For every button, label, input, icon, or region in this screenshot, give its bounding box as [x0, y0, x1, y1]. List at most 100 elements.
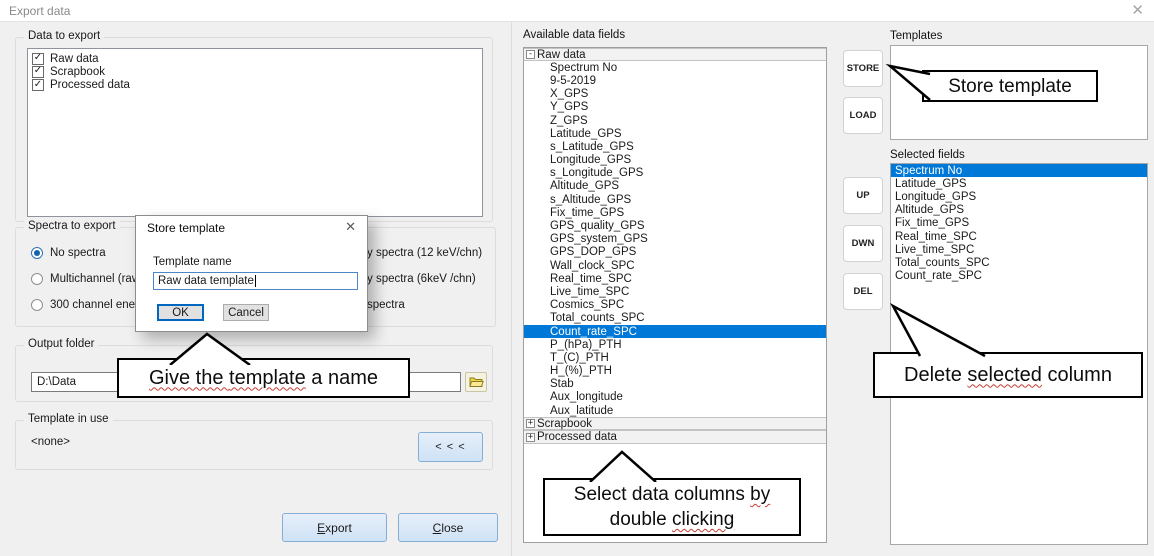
field-list-item[interactable]: Stab — [524, 378, 826, 391]
checkbox-row[interactable]: ✓ Scrapbook — [32, 65, 478, 78]
field-label: GPS_quality_GPS — [550, 220, 645, 232]
export-button[interactable]: Export — [282, 513, 387, 542]
output-folder-path: D:\Data — [37, 376, 76, 388]
selected-field-item[interactable]: Spectrum No — [891, 164, 1147, 177]
field-list-item[interactable]: Latitude_GPS — [524, 127, 826, 140]
window-close-icon[interactable]: ✕ — [1131, 1, 1144, 19]
titlebar: Export data ✕ — [0, 0, 1154, 22]
field-list-item[interactable]: H_(%)_PTH — [524, 365, 826, 378]
delete-column-callout: Delete selected column — [873, 352, 1143, 398]
selected-field-item[interactable]: Count_rate_SPC — [891, 270, 1147, 283]
field-list-item[interactable]: - Raw data — [524, 48, 826, 61]
selected-field-item[interactable]: Fix_time_GPS — [891, 217, 1147, 230]
field-label: GPS_system_GPS — [550, 233, 648, 245]
field-label: s_Latitude_GPS — [550, 141, 634, 153]
field-list-item[interactable]: Live_time_SPC — [524, 285, 826, 298]
field-list-item[interactable]: s_Longitude_GPS — [524, 167, 826, 180]
checkbox-icon[interactable]: ✓ — [32, 79, 44, 91]
expand-collapse-icon[interactable]: + — [526, 433, 535, 442]
field-list-item[interactable]: Longitude_GPS — [524, 154, 826, 167]
field-list-item[interactable]: GPS_quality_GPS — [524, 219, 826, 232]
field-list-item[interactable]: 9-5-2019 — [524, 74, 826, 87]
field-list-item[interactable]: + Processed data — [524, 430, 826, 443]
field-list-item[interactable]: Y_GPS — [524, 101, 826, 114]
selected-field-label: Total_counts_SPC — [895, 257, 990, 269]
data-to-export-list: ✓ Raw data ✓ Scrapbook ✓ Processed data — [27, 48, 483, 217]
checkbox-row[interactable]: ✓ Raw data — [32, 52, 478, 65]
field-label: s_Altitude_GPS — [550, 194, 631, 206]
data-to-export-label: Data to export — [24, 30, 104, 42]
export-data-window: Export data ✕ Data to export ✓ Raw data … — [0, 0, 1154, 556]
field-label: Fix_time_GPS — [550, 207, 624, 219]
selected-field-item[interactable]: Real_time_SPC — [891, 230, 1147, 243]
checkbox-row[interactable]: ✓ Processed data — [32, 79, 478, 92]
template-in-use-group: Template in use <none> < < < — [15, 420, 493, 470]
template-name-value: Raw data template — [158, 275, 254, 287]
field-label: Altitude_GPS — [550, 180, 619, 192]
spectra-to-export-label: Spectra to export — [24, 220, 120, 232]
callout-text-line1: Select data columns by — [574, 482, 770, 507]
load-button[interactable]: LOAD — [843, 97, 883, 134]
available-fields-label: Available data fields — [523, 29, 625, 41]
field-list-item[interactable]: Z_GPS — [524, 114, 826, 127]
selected-field-item[interactable]: Altitude_GPS — [891, 204, 1147, 217]
field-label: Count_rate_SPC — [550, 326, 637, 338]
field-list-item[interactable]: Altitude_GPS — [524, 180, 826, 193]
template-name-label: Template name — [153, 256, 232, 268]
field-list-item[interactable]: s_Latitude_GPS — [524, 140, 826, 153]
radio-icon[interactable] — [31, 273, 43, 285]
radio-icon[interactable] — [31, 299, 43, 311]
field-list-item[interactable]: P_(hPa)_PTH — [524, 338, 826, 351]
selected-field-item[interactable]: Total_counts_SPC — [891, 256, 1147, 269]
selected-field-item[interactable]: Latitude_GPS — [891, 177, 1147, 190]
field-list-item[interactable]: Spectrum No — [524, 61, 826, 74]
field-list-item[interactable]: Cosmics_SPC — [524, 299, 826, 312]
checkbox-label: Processed data — [50, 79, 130, 91]
field-label: Z_GPS — [550, 115, 588, 127]
field-list-item[interactable]: + Scrapbook — [524, 417, 826, 430]
delete-button[interactable]: DEL — [843, 273, 883, 310]
field-list-item[interactable]: Count_rate_SPC — [524, 325, 826, 338]
selected-field-item[interactable]: Live_time_SPC — [891, 243, 1147, 256]
field-list-item[interactable]: T_(C)_PTH — [524, 351, 826, 364]
ok-button[interactable]: OK — [157, 304, 204, 321]
clipped-label-fragment: y spectra (6keV /chn) — [367, 266, 482, 292]
expand-collapse-icon[interactable]: - — [526, 50, 535, 59]
field-label: H_(%)_PTH — [550, 365, 612, 377]
window-title: Export data — [9, 4, 70, 18]
close-button[interactable]: Close — [398, 513, 498, 542]
field-list-item[interactable]: Real_time_SPC — [524, 272, 826, 285]
field-list-item[interactable]: s_Altitude_GPS — [524, 193, 826, 206]
radio-icon[interactable] — [31, 247, 43, 259]
field-list-item[interactable]: GPS_system_GPS — [524, 233, 826, 246]
selected-field-label: Latitude_GPS — [895, 178, 967, 190]
checkbox-icon[interactable]: ✓ — [32, 53, 44, 65]
field-list-item[interactable]: GPS_DOP_GPS — [524, 246, 826, 259]
field-list-item[interactable]: Wall_clock_SPC — [524, 259, 826, 272]
up-button[interactable]: UP — [843, 177, 883, 214]
store-button[interactable]: STORE — [843, 50, 883, 87]
field-list-item[interactable]: Aux_longitude — [524, 391, 826, 404]
field-label: GPS_DOP_GPS — [550, 246, 636, 258]
template-name-input[interactable]: Raw data template — [153, 272, 358, 290]
selected-field-label: Live_time_SPC — [895, 244, 974, 256]
checkbox-icon[interactable]: ✓ — [32, 66, 44, 78]
browse-folder-button[interactable] — [465, 372, 487, 392]
recall-template-button[interactable]: < < < — [418, 432, 483, 462]
field-list-item[interactable]: Total_counts_SPC — [524, 312, 826, 325]
expand-collapse-icon[interactable]: + — [526, 419, 535, 428]
selected-field-item[interactable]: Longitude_GPS — [891, 190, 1147, 203]
field-list-item[interactable]: X_GPS — [524, 88, 826, 101]
select-columns-callout: Select data columns by double clicking — [543, 478, 801, 536]
output-folder-label: Output folder — [24, 338, 98, 350]
dialog-close-icon[interactable]: ✕ — [345, 219, 356, 235]
dialog-title: Store template — [147, 221, 225, 235]
field-list-item[interactable]: Fix_time_GPS — [524, 206, 826, 219]
cancel-button[interactable]: Cancel — [223, 304, 269, 321]
export-button-label: xport — [325, 521, 352, 535]
check-mark-icon: ✓ — [34, 66, 42, 76]
field-label: 9-5-2019 — [550, 75, 596, 87]
down-button[interactable]: DWN — [843, 225, 883, 262]
field-list-item[interactable]: Aux_latitude — [524, 404, 826, 417]
open-folder-icon — [469, 376, 484, 388]
